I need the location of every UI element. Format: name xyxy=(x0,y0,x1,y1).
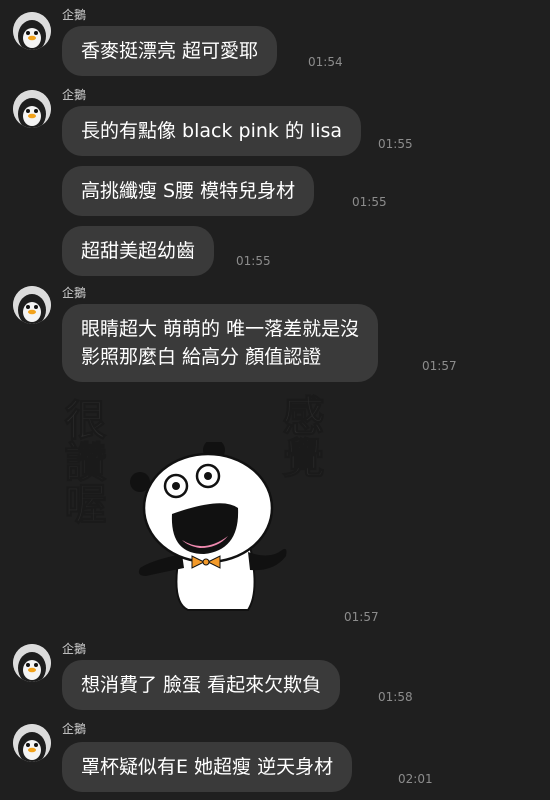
penguin-icon xyxy=(13,12,51,50)
timestamp: 01:54 xyxy=(308,55,343,69)
penguin-icon xyxy=(13,90,51,128)
avatar[interactable] xyxy=(13,12,51,50)
sticker-left-text: 很讚喔 xyxy=(58,398,108,525)
avatar[interactable] xyxy=(13,286,51,324)
message-bubble[interactable]: 超甜美超幼齒 xyxy=(62,226,215,276)
panda-sticker[interactable]: 很讚喔 感覺 xyxy=(58,392,338,622)
timestamp: 01:58 xyxy=(378,690,413,704)
penguin-icon xyxy=(13,724,51,762)
penguin-icon xyxy=(13,286,51,324)
message-text: 香麥挺漂亮 超可愛耶 xyxy=(81,40,259,62)
message-text: 影照那麼白 給高分 顏值認證 xyxy=(81,346,322,368)
sender-name: 企鵝 xyxy=(62,286,87,300)
message-text: 眼睛超大 萌萌的 唯一落差就是沒 xyxy=(81,318,360,340)
message-bubble[interactable]: 高挑纖瘦 S腰 模特兒身材 xyxy=(62,166,315,216)
message-text: 罩杯疑似有E 她超瘦 逆天身材 xyxy=(81,756,334,778)
timestamp: 01:57 xyxy=(344,610,379,624)
message-bubble[interactable]: 眼睛超大 萌萌的 唯一落差就是沒 影照那麼白 給高分 顏值認證 xyxy=(62,304,379,382)
sender-name: 企鵝 xyxy=(62,88,87,102)
message-text: 長的有點像 black pink 的 lisa xyxy=(81,120,343,142)
message-bubble[interactable]: 長的有點像 black pink 的 lisa xyxy=(62,106,362,156)
timestamp: 01:55 xyxy=(352,195,387,209)
message-text: 超甜美超幼齒 xyxy=(81,240,196,262)
sender-name: 企鵝 xyxy=(62,642,87,656)
timestamp: 02:01 xyxy=(398,772,433,786)
message-bubble[interactable]: 罩杯疑似有E 她超瘦 逆天身材 xyxy=(62,742,353,792)
avatar[interactable] xyxy=(13,644,51,682)
message-text: 想消費了 臉蛋 看起來欠欺負 xyxy=(81,674,322,696)
timestamp: 01:55 xyxy=(236,254,271,268)
avatar[interactable] xyxy=(13,724,51,762)
message-bubble[interactable]: 想消費了 臉蛋 看起來欠欺負 xyxy=(62,660,341,710)
sender-name: 企鵝 xyxy=(62,8,87,22)
penguin-icon xyxy=(13,644,51,682)
message-bubble[interactable]: 香麥挺漂亮 超可愛耶 xyxy=(62,26,278,76)
timestamp: 01:55 xyxy=(378,137,413,151)
panda-sticker-icon xyxy=(130,442,287,611)
timestamp: 01:57 xyxy=(422,359,457,373)
avatar[interactable] xyxy=(13,90,51,128)
message-text: 高挑纖瘦 S腰 模特兒身材 xyxy=(81,180,296,202)
sender-name: 企鵝 xyxy=(62,722,87,736)
